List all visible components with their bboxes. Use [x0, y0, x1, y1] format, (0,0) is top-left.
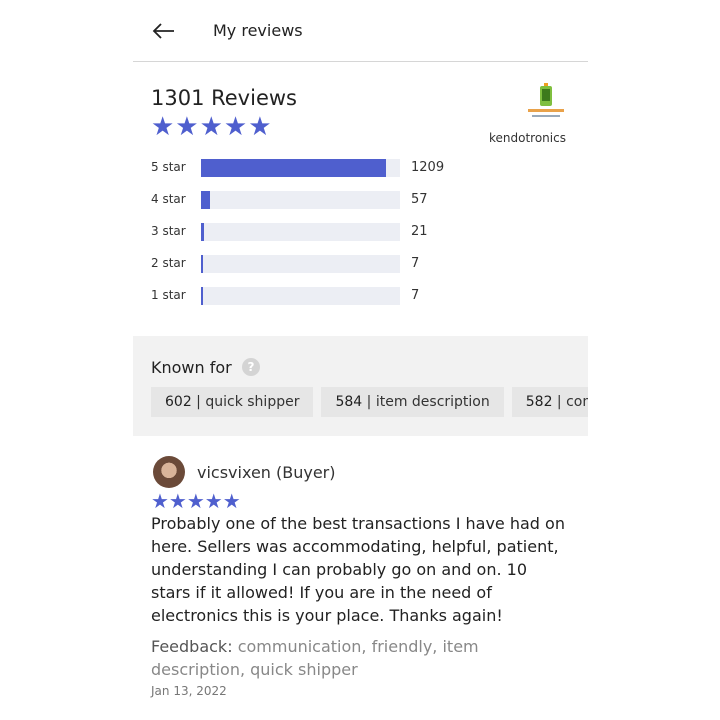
rating-bar-track: [201, 255, 400, 273]
feedback-label: Feedback:: [151, 637, 233, 656]
rating-row-5[interactable]: 5 star 1209: [151, 159, 571, 177]
known-for-title: Known for: [151, 358, 232, 377]
known-for-chips: 602 | quick shipper 584 | item descriptio…: [151, 387, 588, 417]
page-title: My reviews: [213, 21, 303, 40]
app-header: My reviews: [133, 0, 588, 62]
chip-count: 602: [165, 394, 192, 410]
chip-count: 582: [525, 394, 553, 410]
rating-label: 3 star: [151, 224, 186, 238]
rating-row-1[interactable]: 1 star 7: [151, 287, 571, 305]
chip-count: 584: [335, 394, 363, 410]
known-for-chip[interactable]: 602 | quick shipper: [151, 387, 314, 417]
rating-row-2[interactable]: 2 star 7: [151, 255, 571, 273]
rating-count: 21: [411, 224, 428, 239]
rating-row-4[interactable]: 4 star 57: [151, 191, 571, 209]
rating-bar-fill: [201, 223, 204, 241]
known-for-chip[interactable]: 584 | item description: [321, 387, 504, 417]
arrow-left-icon: [152, 23, 174, 39]
rating-count: 57: [411, 192, 428, 207]
review-date: Jan 13, 2022: [151, 684, 227, 698]
reviews-screen: My reviews 1301 Reviews ★★★★★ kendotroni…: [133, 0, 588, 720]
chip-label: communication: [566, 394, 588, 410]
chip-separator: |: [191, 394, 206, 410]
review-stars: ★★★★★: [151, 489, 241, 513]
rating-summary: 1301 Reviews ★★★★★ kendotronics 5 star 1…: [133, 62, 588, 336]
seller-name: kendotronics: [489, 131, 566, 145]
rating-label: 1 star: [151, 288, 186, 302]
known-for-section: Known for ? 602 | quick shipper 584 | ite…: [133, 336, 588, 436]
back-button[interactable]: [151, 18, 177, 44]
chip-separator: |: [552, 394, 567, 410]
rating-label: 2 star: [151, 256, 186, 270]
rating-bar-fill: [201, 255, 203, 273]
chip-label: item description: [375, 394, 490, 410]
rating-label: 5 star: [151, 160, 186, 174]
rating-bar-track: [201, 287, 400, 305]
review-card: vicsvixen (Buyer) ★★★★★ Probably one of …: [133, 436, 588, 720]
overall-stars: ★★★★★: [151, 112, 273, 142]
rating-bar-track: [201, 191, 400, 209]
rating-bar-fill: [201, 287, 203, 305]
rating-bar-fill: [201, 159, 386, 177]
rating-count: 7: [411, 288, 420, 303]
review-feedback: Feedback: communication, friendly, item …: [151, 635, 571, 681]
review-text: Probably one of the best transactions I …: [151, 514, 565, 625]
reviewer-name[interactable]: vicsvixen (Buyer): [197, 463, 336, 482]
total-reviews: 1301 Reviews: [151, 86, 297, 110]
rating-row-3[interactable]: 3 star 21: [151, 223, 571, 241]
chip-separator: |: [362, 394, 376, 410]
rating-bar-fill: [201, 191, 210, 209]
rating-count: 7: [411, 256, 420, 271]
rating-bar-track: [201, 159, 400, 177]
avatar[interactable]: [153, 456, 185, 488]
question-circle-icon[interactable]: ?: [242, 358, 260, 376]
rating-label: 4 star: [151, 192, 186, 206]
seller-logo: [525, 82, 567, 124]
rating-bar-track: [201, 223, 400, 241]
known-for-chip[interactable]: 582 | communication: [511, 387, 588, 417]
rating-count: 1209: [411, 160, 445, 175]
chip-label: quick shipper: [205, 394, 300, 410]
